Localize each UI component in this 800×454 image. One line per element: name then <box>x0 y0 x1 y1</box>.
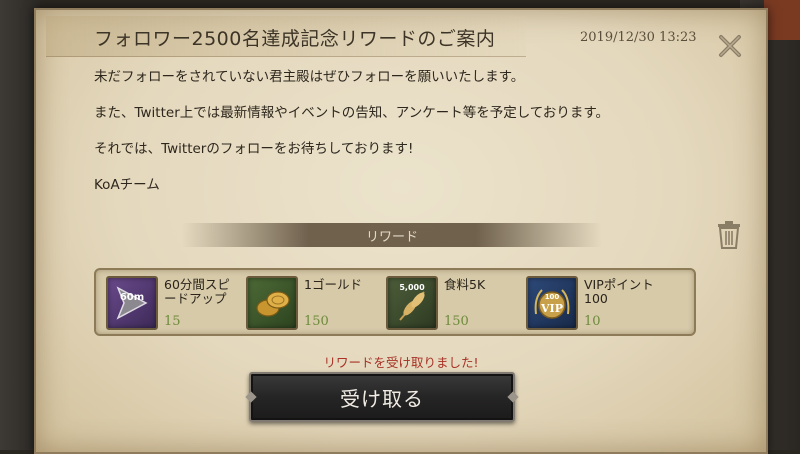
button-ornament <box>507 391 519 403</box>
trash-icon[interactable] <box>716 220 742 250</box>
reward-item: 60m 60分間スピードアップ 15 <box>96 270 236 334</box>
reward-list: 60m 60分間スピードアップ 15 1ゴールド 150 5,000 食料5K … <box>94 268 696 336</box>
message-body: 未だフォローをされていない君主殿はぜひフォローを願いいたします。 また、Twit… <box>94 68 694 212</box>
gold-coins-icon <box>246 276 298 330</box>
reward-item: 100 VIP VIPポイント100 10 <box>516 270 656 334</box>
reward-quantity: 10 <box>584 314 601 329</box>
dialog-title: フォロワー2500名達成記念リワードのご案内 <box>94 28 496 50</box>
background-tab <box>764 0 800 40</box>
signature: KoAチーム <box>94 177 160 193</box>
reward-name: 1ゴールド <box>304 277 362 292</box>
reward-quantity: 150 <box>304 314 329 329</box>
reward-quantity: 15 <box>164 314 181 329</box>
svg-text:VIP: VIP <box>540 302 563 315</box>
receive-button[interactable]: 受け取る <box>245 372 519 422</box>
svg-text:100: 100 <box>545 293 560 301</box>
svg-text:5,000: 5,000 <box>399 283 425 292</box>
message-line: それでは、Twitterのフォローをお待ちしております! <box>94 141 414 157</box>
reward-name: 食料5K <box>444 277 486 292</box>
message-line: 未だフォローをされていない君主殿はぜひフォローを願いいたします。 <box>94 69 525 85</box>
reward-quantity: 150 <box>444 314 469 329</box>
close-icon <box>719 35 741 57</box>
reward-section-header: リワード <box>182 223 602 247</box>
receive-button-label: 受け取る <box>340 386 424 411</box>
vip-points-icon: 100 VIP <box>526 276 578 330</box>
message-line: また、Twitter上では最新情報やイベントの告知、アンケート等を予定しておりま… <box>94 105 610 121</box>
reward-item: 1ゴールド 150 <box>236 270 376 334</box>
dialog-date: 2019/12/30 13:23 <box>580 30 697 45</box>
reward-dialog: フォロワー2500名達成記念リワードのご案内 2019/12/30 13:23 … <box>34 8 768 454</box>
status-message: リワードを受け取りました! <box>323 355 479 370</box>
speedup-60m-icon: 60m <box>106 276 158 330</box>
close-button[interactable] <box>712 28 748 64</box>
reward-section-label: リワード <box>365 229 418 245</box>
reward-item: 5,000 食料5K 150 <box>376 270 516 334</box>
wheat-food-icon: 5,000 <box>386 276 438 330</box>
button-ornament <box>245 391 257 403</box>
reward-name: VIPポイント100 <box>584 277 654 306</box>
svg-text:60m: 60m <box>120 292 144 303</box>
reward-name: 60分間スピードアップ <box>164 277 230 306</box>
